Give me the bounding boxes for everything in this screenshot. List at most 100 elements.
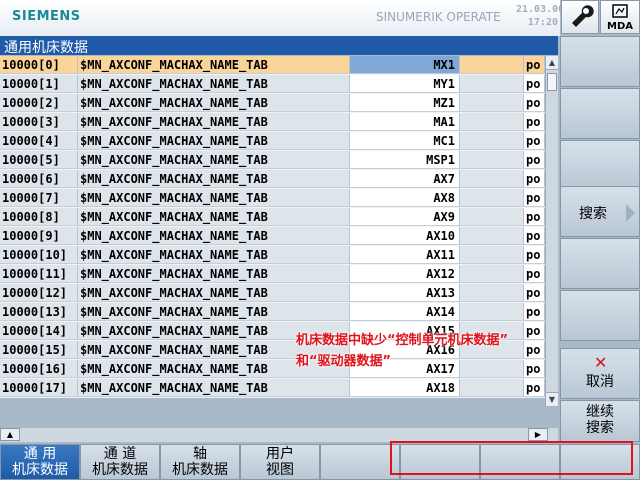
softkey-channel-md[interactable]: 通 道 机床数据 bbox=[80, 444, 160, 480]
table-row[interactable]: 10000[12] $MN_AXCONF_MACHAX_NAME_TAB AX13 p… bbox=[0, 284, 545, 303]
table-row[interactable]: 10000[17] $MN_AXCONF_MACHAX_NAME_TAB AX18 p… bbox=[0, 379, 545, 398]
softkey-v1[interactable] bbox=[560, 36, 640, 87]
table-row[interactable]: 10000[4] $MN_AXCONF_MACHAX_NAME_TAB MC1 po bbox=[0, 132, 545, 151]
softkey-label: 用户 bbox=[266, 446, 294, 462]
scroll-right-icon[interactable]: ▶ bbox=[528, 428, 548, 441]
md-value-cell[interactable]: AX9 bbox=[350, 208, 460, 226]
table-footer-space bbox=[0, 398, 545, 426]
mda-icon bbox=[612, 4, 628, 18]
md-effect-cell: po bbox=[524, 189, 545, 207]
md-effect-cell: po bbox=[524, 303, 545, 321]
md-number-cell: 10000[7] bbox=[0, 189, 78, 207]
softkey-label: 通 用 bbox=[23, 446, 57, 462]
md-value-cell[interactable]: AX11 bbox=[350, 246, 460, 264]
table-row[interactable]: 10000[0] $MN_AXCONF_MACHAX_NAME_TAB MX1 po bbox=[0, 56, 545, 75]
search-softkey[interactable]: 搜索 bbox=[560, 186, 640, 237]
md-effect-cell: po bbox=[524, 132, 545, 150]
md-extra-cell bbox=[460, 151, 524, 169]
md-name-cell: $MN_AXCONF_MACHAX_NAME_TAB bbox=[78, 227, 350, 245]
md-value-cell[interactable]: MC1 bbox=[350, 132, 460, 150]
settings-button[interactable] bbox=[561, 0, 599, 34]
md-extra-cell bbox=[460, 170, 524, 188]
softkey-v2[interactable] bbox=[560, 88, 640, 139]
title-bar: 通用机床数据 bbox=[0, 36, 558, 56]
table-row[interactable]: 10000[8] $MN_AXCONF_MACHAX_NAME_TAB AX9 po bbox=[0, 208, 545, 227]
softkey-user-view[interactable]: 用户 视图 bbox=[240, 444, 320, 480]
table-row[interactable]: 10000[11] $MN_AXCONF_MACHAX_NAME_TAB AX12 p… bbox=[0, 265, 545, 284]
md-name-cell: $MN_AXCONF_MACHAX_NAME_TAB bbox=[78, 170, 350, 188]
table-row[interactable]: 10000[2] $MN_AXCONF_MACHAX_NAME_TAB MZ1 po bbox=[0, 94, 545, 113]
table-row[interactable]: 10000[7] $MN_AXCONF_MACHAX_NAME_TAB AX8 po bbox=[0, 189, 545, 208]
md-number-cell: 10000[17] bbox=[0, 379, 78, 397]
md-effect-cell: po bbox=[524, 151, 545, 169]
md-number-cell: 10000[13] bbox=[0, 303, 78, 321]
md-value-cell[interactable]: AX12 bbox=[350, 265, 460, 283]
chevron-right-icon bbox=[626, 204, 635, 222]
md-effect-cell: po bbox=[524, 227, 545, 245]
softkey-v3[interactable] bbox=[560, 140, 640, 191]
scroll-thumb[interactable] bbox=[547, 73, 557, 91]
md-value-cell[interactable]: AX10 bbox=[350, 227, 460, 245]
md-name-cell: $MN_AXCONF_MACHAX_NAME_TAB bbox=[78, 189, 350, 207]
md-name-cell: $MN_AXCONF_MACHAX_NAME_TAB bbox=[78, 151, 350, 169]
header-bar: SIEMENS SINUMERIK OPERATE 21.03.06 17:20 bbox=[0, 0, 565, 36]
md-number-cell: 10000[2] bbox=[0, 94, 78, 112]
table-row[interactable]: 10000[1] $MN_AXCONF_MACHAX_NAME_TAB MY1 po bbox=[0, 75, 545, 94]
softkey-label: 轴 bbox=[193, 446, 207, 462]
md-value-cell[interactable]: MX1 bbox=[350, 56, 460, 74]
softkey-label: 机床数据 bbox=[12, 462, 68, 478]
md-effect-cell: po bbox=[524, 113, 545, 131]
table-row[interactable]: 10000[10] $MN_AXCONF_MACHAX_NAME_TAB AX11 p… bbox=[0, 246, 545, 265]
md-extra-cell bbox=[460, 246, 524, 264]
md-value-cell[interactable]: AX8 bbox=[350, 189, 460, 207]
md-name-cell: $MN_AXCONF_MACHAX_NAME_TAB bbox=[78, 303, 350, 321]
md-value-cell[interactable]: AX18 bbox=[350, 379, 460, 397]
softkey-axis-md[interactable]: 轴 机床数据 bbox=[160, 444, 240, 480]
mda-mode-button[interactable]: MDA bbox=[600, 0, 640, 34]
md-extra-cell bbox=[460, 284, 524, 302]
wrench-icon bbox=[572, 5, 594, 28]
md-extra-cell bbox=[460, 265, 524, 283]
softkey-v5[interactable] bbox=[560, 238, 640, 289]
date-text: 21.03.06 bbox=[516, 4, 565, 15]
continue-search-softkey[interactable]: 继续 搜索 bbox=[560, 400, 640, 442]
md-extra-cell bbox=[460, 303, 524, 321]
md-name-cell: $MN_AXCONF_MACHAX_NAME_TAB bbox=[78, 265, 350, 283]
scroll-up-icon[interactable]: ▲ bbox=[546, 56, 558, 70]
softkey-general-md[interactable]: 通 用 机床数据 bbox=[0, 444, 80, 480]
table-row[interactable]: 10000[13] $MN_AXCONF_MACHAX_NAME_TAB AX14 p… bbox=[0, 303, 545, 322]
md-value-cell[interactable]: MSP1 bbox=[350, 151, 460, 169]
md-effect-cell: po bbox=[524, 56, 545, 74]
horizontal-scrollbar[interactable]: ▲ ▶ bbox=[0, 428, 558, 442]
scroll-down-icon[interactable]: ▼ bbox=[546, 392, 558, 406]
sinumerik-screen: SIEMENS SINUMERIK OPERATE 21.03.06 17:20… bbox=[0, 0, 640, 480]
md-number-cell: 10000[9] bbox=[0, 227, 78, 245]
md-effect-cell: po bbox=[524, 284, 545, 302]
md-value-cell[interactable]: AX13 bbox=[350, 284, 460, 302]
table-row[interactable]: 10000[5] $MN_AXCONF_MACHAX_NAME_TAB MSP1 po bbox=[0, 151, 545, 170]
table-row[interactable]: 10000[3] $MN_AXCONF_MACHAX_NAME_TAB MA1 po bbox=[0, 113, 545, 132]
md-name-cell: $MN_AXCONF_MACHAX_NAME_TAB bbox=[78, 379, 350, 397]
annotation-line-1: 机床数据中缺少“控制单元机床数据” bbox=[296, 333, 509, 348]
table-row[interactable]: 10000[9] $MN_AXCONF_MACHAX_NAME_TAB AX10 po bbox=[0, 227, 545, 246]
md-effect-cell: po bbox=[524, 208, 545, 226]
scroll-left-icon[interactable]: ▲ bbox=[0, 428, 20, 441]
md-value-cell[interactable]: MA1 bbox=[350, 113, 460, 131]
md-number-cell: 10000[10] bbox=[0, 246, 78, 264]
table-row[interactable]: 10000[6] $MN_AXCONF_MACHAX_NAME_TAB AX7 po bbox=[0, 170, 545, 189]
md-extra-cell bbox=[460, 56, 524, 74]
md-name-cell: $MN_AXCONF_MACHAX_NAME_TAB bbox=[78, 208, 350, 226]
continue-search-label-2: 搜索 bbox=[586, 420, 614, 436]
md-value-cell[interactable]: MY1 bbox=[350, 75, 460, 93]
md-name-cell: $MN_AXCONF_MACHAX_NAME_TAB bbox=[78, 132, 350, 150]
md-value-cell[interactable]: AX14 bbox=[350, 303, 460, 321]
md-number-cell: 10000[5] bbox=[0, 151, 78, 169]
softkey-h5[interactable] bbox=[320, 444, 400, 480]
md-value-cell[interactable]: AX7 bbox=[350, 170, 460, 188]
page-title: 通用机床数据 bbox=[4, 40, 88, 56]
md-value-cell[interactable]: MZ1 bbox=[350, 94, 460, 112]
md-number-cell: 10000[14] bbox=[0, 322, 78, 340]
md-number-cell: 10000[8] bbox=[0, 208, 78, 226]
md-extra-cell bbox=[460, 75, 524, 93]
continue-search-label-1: 继续 bbox=[586, 404, 614, 420]
